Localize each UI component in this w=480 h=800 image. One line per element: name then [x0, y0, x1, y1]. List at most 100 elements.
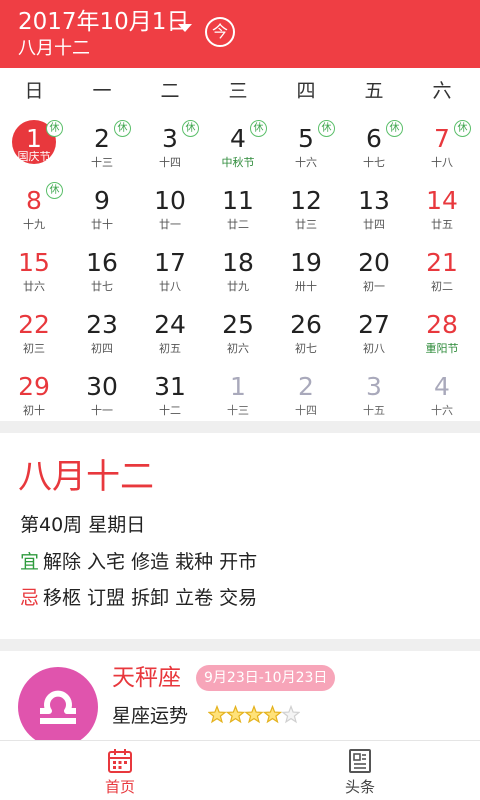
calendar-day[interactable]: 22 初三 — [0, 300, 68, 362]
calendar-day[interactable]: 17 廿八 — [136, 238, 204, 300]
lunar-day: 廿十 — [91, 218, 113, 231]
lunar-day: 十四 — [295, 404, 317, 417]
calendar-day[interactable]: 2 十四 — [272, 362, 340, 424]
fortune-label: 星座运势 — [112, 705, 189, 727]
tab-headlines[interactable]: 头条 — [240, 741, 480, 800]
lunar-day: 卅十 — [295, 280, 317, 293]
calendar-day[interactable]: 23 初四 — [68, 300, 136, 362]
yi-items: 解除 入宅 修造 栽种 开市 — [43, 551, 258, 573]
calendar-day[interactable]: 25 初六 — [204, 300, 272, 362]
calendar-day[interactable]: 18 廿九 — [204, 238, 272, 300]
today-button[interactable]: 今 — [205, 17, 235, 47]
calendar-day[interactable]: 13 廿四 — [340, 176, 408, 238]
calendar-day[interactable]: 4 十六 — [408, 362, 476, 424]
tab-home[interactable]: 首页 — [0, 741, 240, 800]
calendar-day[interactable]: 28 重阳节 — [408, 300, 476, 362]
calendar-day[interactable]: 7 十八休 — [408, 114, 476, 176]
day-number: 18 — [222, 248, 254, 277]
chevron-down-icon[interactable] — [178, 24, 192, 32]
lunar-day: 廿三 — [295, 218, 317, 231]
suitable-activities: 宜解除 入宅 修造 栽种 开市 — [20, 549, 257, 575]
lunar-day: 初十 — [23, 404, 45, 417]
calendar-day[interactable]: 21 初二 — [408, 238, 476, 300]
lunar-day: 廿四 — [363, 218, 385, 231]
holiday-rest-badge: 休 — [454, 120, 471, 137]
libra-icon — [18, 667, 98, 741]
star-filled-icon — [262, 705, 283, 724]
calendar-day[interactable]: 20 初一 — [340, 238, 408, 300]
calendar-day[interactable]: 14 廿五 — [408, 176, 476, 238]
zodiac-sign: 天秤座 — [112, 665, 181, 691]
calendar-day[interactable]: 8 十九休 — [0, 176, 68, 238]
day-number: 29 — [18, 372, 50, 401]
calendar-day[interactable]: 9 廿十 — [68, 176, 136, 238]
festival-label: 重阳节 — [425, 342, 459, 355]
day-number: 19 — [290, 248, 322, 277]
holiday-rest-badge: 休 — [182, 120, 199, 137]
weekday-label: 日 — [24, 80, 44, 102]
week-info: 第40周 星期日 — [20, 514, 146, 536]
lunar-date: 八月十二 — [18, 38, 90, 59]
day-number: 1 — [230, 372, 246, 401]
lunar-day: 初八 — [363, 342, 385, 355]
lunar-day: 十八 — [431, 156, 453, 169]
star-empty-icon — [281, 705, 300, 724]
app-header: 2017年10月1日 八月十二 今 — [0, 0, 480, 68]
calendar-day[interactable]: 19 卅十 — [272, 238, 340, 300]
yi-tag: 宜 — [20, 551, 40, 573]
calendar-day[interactable]: 4 中秋节休 — [204, 114, 272, 176]
calendar-day[interactable]: 2 十三休 — [68, 114, 136, 176]
day-number: 30 — [86, 372, 118, 401]
calendar-icon — [108, 749, 132, 773]
day-number: 10 — [154, 186, 186, 215]
calendar-day[interactable]: 15 廿六 — [0, 238, 68, 300]
newspaper-icon — [349, 749, 371, 773]
lunar-day: 廿一 — [159, 218, 181, 231]
calendar-day[interactable]: 29 初十 — [0, 362, 68, 424]
calendar-day[interactable]: 6 十七休 — [340, 114, 408, 176]
lunar-day: 十六 — [295, 156, 317, 169]
calendar-day[interactable]: 3 十五 — [340, 362, 408, 424]
lunar-day: 国庆节 — [17, 150, 51, 163]
day-number: 11 — [222, 186, 254, 215]
divider — [0, 639, 480, 651]
weekday-label: 三 — [228, 80, 248, 102]
calendar-day[interactable]: 27 初八 — [340, 300, 408, 362]
calendar-day[interactable]: 16 廿七 — [68, 238, 136, 300]
lunar-day: 十七 — [363, 156, 385, 169]
day-number: 15 — [18, 248, 50, 277]
day-detail-panel: 八月十二 第40周 星期日 宜解除 入宅 修造 栽种 开市 忌移柩 订盟 拆卸 … — [0, 433, 480, 639]
day-number: 23 — [86, 310, 118, 339]
weekday-label: 四 — [296, 80, 316, 102]
calendar-day-selected[interactable]: 1 国庆节休 — [0, 114, 68, 176]
divider — [0, 421, 480, 433]
lunar-day: 廿五 — [431, 218, 453, 231]
day-number: 2 — [298, 372, 314, 401]
calendar-day[interactable]: 31 十二 — [136, 362, 204, 424]
calendar-day[interactable]: 12 廿三 — [272, 176, 340, 238]
zodiac-card[interactable]: 天秤座 9月23日-10月23日 星座运势 — [0, 651, 480, 741]
calendar-day[interactable]: 5 十六休 — [272, 114, 340, 176]
calendar-day[interactable]: 24 初五 — [136, 300, 204, 362]
day-number: 13 — [358, 186, 390, 215]
lunar-day: 十六 — [431, 404, 453, 417]
day-number: 16 — [86, 248, 118, 277]
avoid-activities: 忌移柩 订盟 拆卸 立卷 交易 — [20, 585, 257, 611]
day-number: 27 — [358, 310, 390, 339]
calendar-day[interactable]: 10 廿一 — [136, 176, 204, 238]
calendar-day[interactable]: 1 十三 — [204, 362, 272, 424]
weekday-label: 二 — [160, 80, 180, 102]
calendar-day[interactable]: 30 十一 — [68, 362, 136, 424]
fortune-rating — [208, 705, 300, 724]
star-filled-icon — [244, 705, 264, 724]
calendar-day[interactable]: 3 十四休 — [136, 114, 204, 176]
lunar-day: 廿八 — [159, 280, 181, 293]
lunar-day: 廿二 — [227, 218, 249, 231]
star-filled-icon — [225, 705, 246, 724]
weekday-header: 日 一 二 三 四 五 六 — [0, 74, 480, 108]
lunar-day: 十四 — [159, 156, 181, 169]
calendar-day[interactable]: 11 廿二 — [204, 176, 272, 238]
calendar-day[interactable]: 26 初七 — [272, 300, 340, 362]
current-date[interactable]: 2017年10月1日 — [18, 8, 189, 36]
ji-items: 移柩 订盟 拆卸 立卷 交易 — [43, 587, 258, 609]
